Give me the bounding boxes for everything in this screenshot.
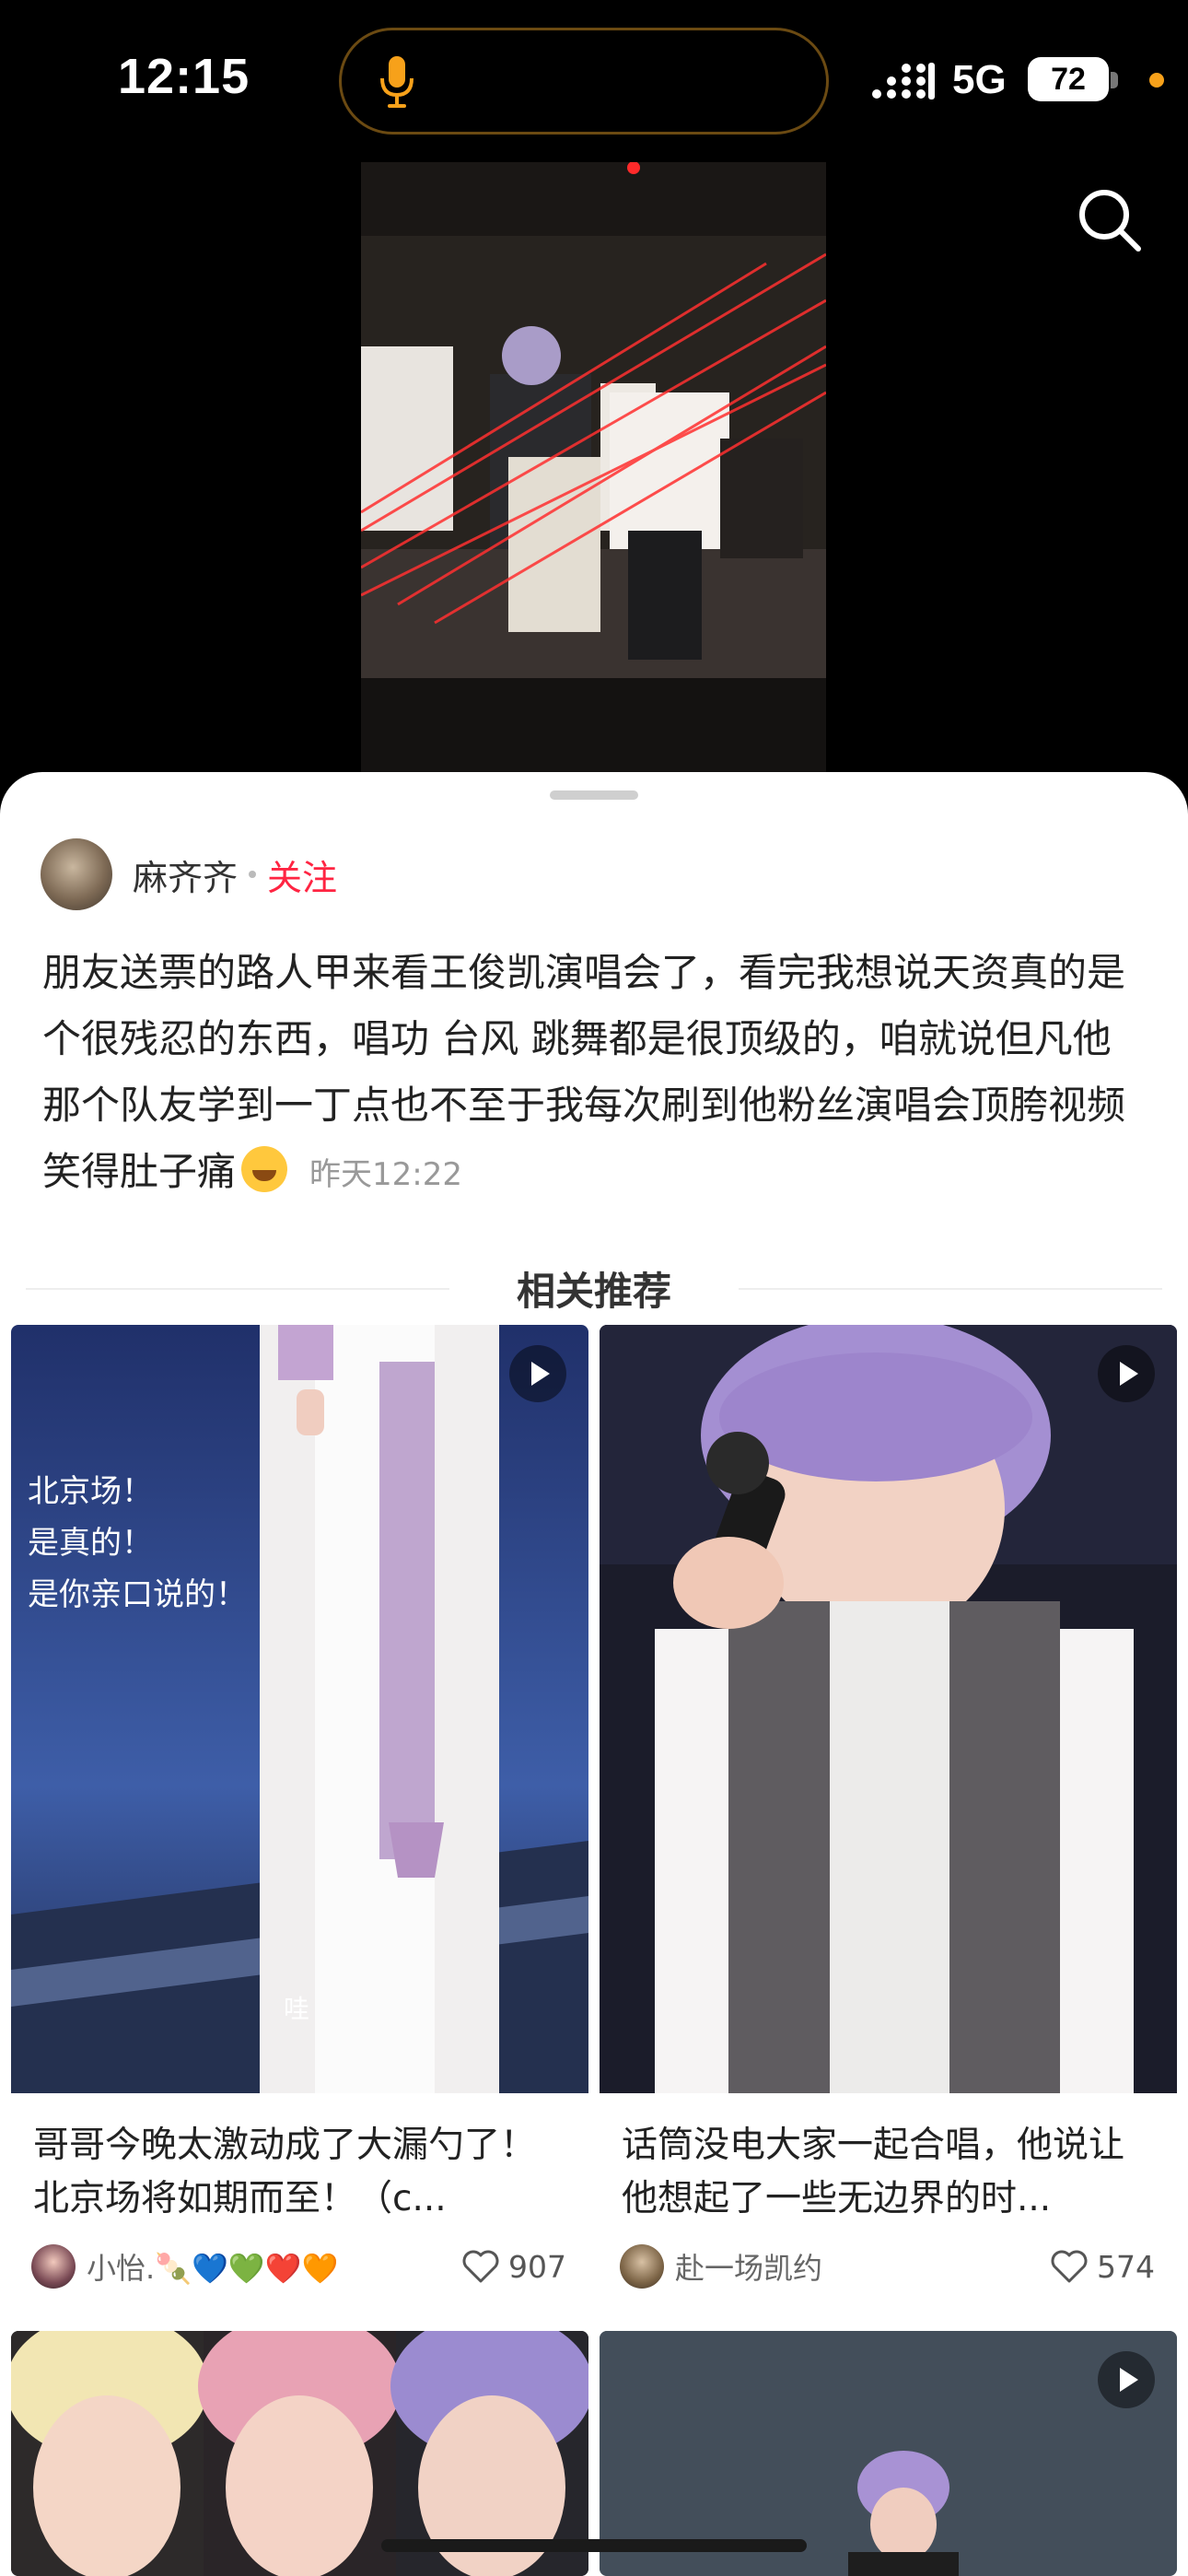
play-icon	[1098, 2351, 1155, 2408]
battery-cap	[1111, 72, 1118, 88]
card-author-avatar[interactable]	[31, 2244, 76, 2289]
dynamic-island	[339, 28, 829, 135]
like-count: 907	[508, 2248, 566, 2285]
play-icon	[509, 1345, 566, 1402]
card-1-image: 北京场！ 是真的！ 是你亲口说的！ 哇	[11, 1325, 588, 2093]
heart-outline-icon[interactable]	[460, 2248, 501, 2285]
like-count: 574	[1097, 2248, 1155, 2285]
grinning-face-emoji-icon	[241, 1146, 288, 1192]
related-section-header: 相关推荐	[26, 1260, 1162, 1316]
card-author-name[interactable]: 小怡.🍡💙💚❤️🧡	[87, 2245, 460, 2288]
card-thumbnail	[600, 1325, 1177, 2093]
home-indicator[interactable]	[381, 2539, 807, 2552]
card-thumbnail: 北京场！ 是真的！ 是你亲口说的！ 哇	[11, 1325, 588, 2093]
post-time: 昨天12:22	[309, 1156, 462, 1193]
related-card[interactable]: 话筒没电大家一起合唱，他说让他想起了一些无边界的时... 赴一场凯约 574	[600, 1325, 1177, 2322]
author-row: 麻齐齐 关注	[41, 838, 337, 910]
video-player[interactable]	[361, 162, 826, 776]
author-avatar[interactable]	[41, 838, 112, 910]
section-title: 相关推荐	[516, 1269, 671, 1314]
search-icon[interactable]	[1076, 186, 1144, 254]
heart-outline-icon[interactable]	[1049, 2248, 1089, 2285]
overlay-line-2: 是真的！	[28, 1525, 153, 1562]
related-card[interactable]: 北京场！ 是真的！ 是你亲口说的！ 哇 哥哥今晚太激动成了大漏勺了！北京场将如期…	[11, 1325, 588, 2322]
signal-icon	[872, 63, 935, 100]
card-author-avatar[interactable]	[620, 2244, 664, 2289]
video-caption: 哇	[284, 1994, 309, 2024]
mic-icon	[380, 56, 413, 108]
privacy-indicator-dot	[1149, 73, 1164, 88]
network-type: 5G	[952, 57, 1007, 102]
card-title: 话筒没电大家一起合唱，他说让他想起了一些无边界的时...	[622, 2125, 1125, 2219]
separator-dot	[249, 871, 257, 878]
status-time: 12:15	[118, 49, 250, 104]
card-author-name[interactable]: 赴一场凯约	[675, 2245, 1049, 2288]
concert-video-frame	[361, 162, 826, 776]
play-icon	[1098, 1345, 1155, 1402]
post-text: 朋友送票的路人甲来看王俊凯演唱会了，看完我想说天资真的是个很残忍的东西，唱功 台…	[42, 950, 1126, 1194]
overlay-line-3: 是你亲口说的！	[28, 1576, 247, 1613]
card-title: 哥哥今晚太激动成了大漏勺了！北京场将如期而至！（c...	[33, 2125, 537, 2219]
overlay-line-1: 北京场！	[28, 1473, 153, 1510]
follow-button[interactable]: 关注	[267, 849, 337, 900]
author-name[interactable]: 麻齐齐	[133, 849, 238, 900]
post-body: 朋友送票的路人甲来看王俊凯演唱会了，看完我想说天资真的是个很残忍的东西，唱功 台…	[42, 940, 1147, 1208]
card-meta: 赴一场凯约 574	[620, 2242, 1155, 2290]
battery-indicator: 72	[1028, 57, 1109, 101]
card-meta: 小怡.🍡💙💚❤️🧡 907	[31, 2242, 566, 2290]
card-2-image	[600, 1325, 1177, 2093]
status-bar: 12:15 5G 72	[0, 0, 1188, 157]
drag-handle[interactable]	[550, 790, 638, 800]
